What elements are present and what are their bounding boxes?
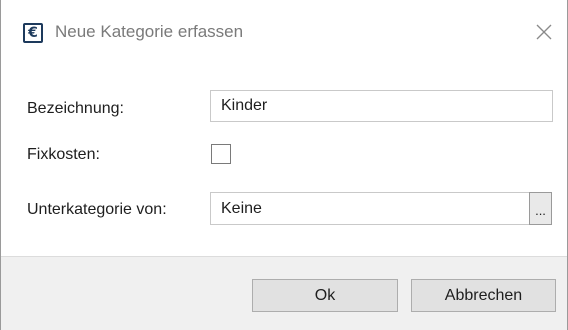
close-icon (536, 24, 552, 40)
browse-button[interactable]: ... (529, 192, 552, 225)
euro-icon: € (23, 23, 43, 43)
fixed-costs-checkbox[interactable] (211, 144, 231, 164)
parent-category-label: Unterkategorie von: (27, 201, 167, 218)
fixed-costs-label: Fixkosten: (27, 146, 100, 163)
name-input[interactable]: Kinder (210, 90, 553, 122)
ok-button[interactable]: Ok (252, 279, 398, 312)
parent-category-input[interactable]: Keine (210, 192, 530, 225)
close-button[interactable] (528, 16, 560, 48)
cancel-button[interactable]: Abbrechen (411, 279, 556, 312)
window-title: Neue Kategorie erfassen (55, 22, 244, 41)
dialog-window: € Neue Kategorie erfassen Bezeichnung: K… (0, 0, 568, 330)
name-label: Bezeichnung: (27, 100, 124, 117)
title-bar: € Neue Kategorie erfassen (1, 0, 567, 67)
footer-divider (1, 256, 567, 257)
